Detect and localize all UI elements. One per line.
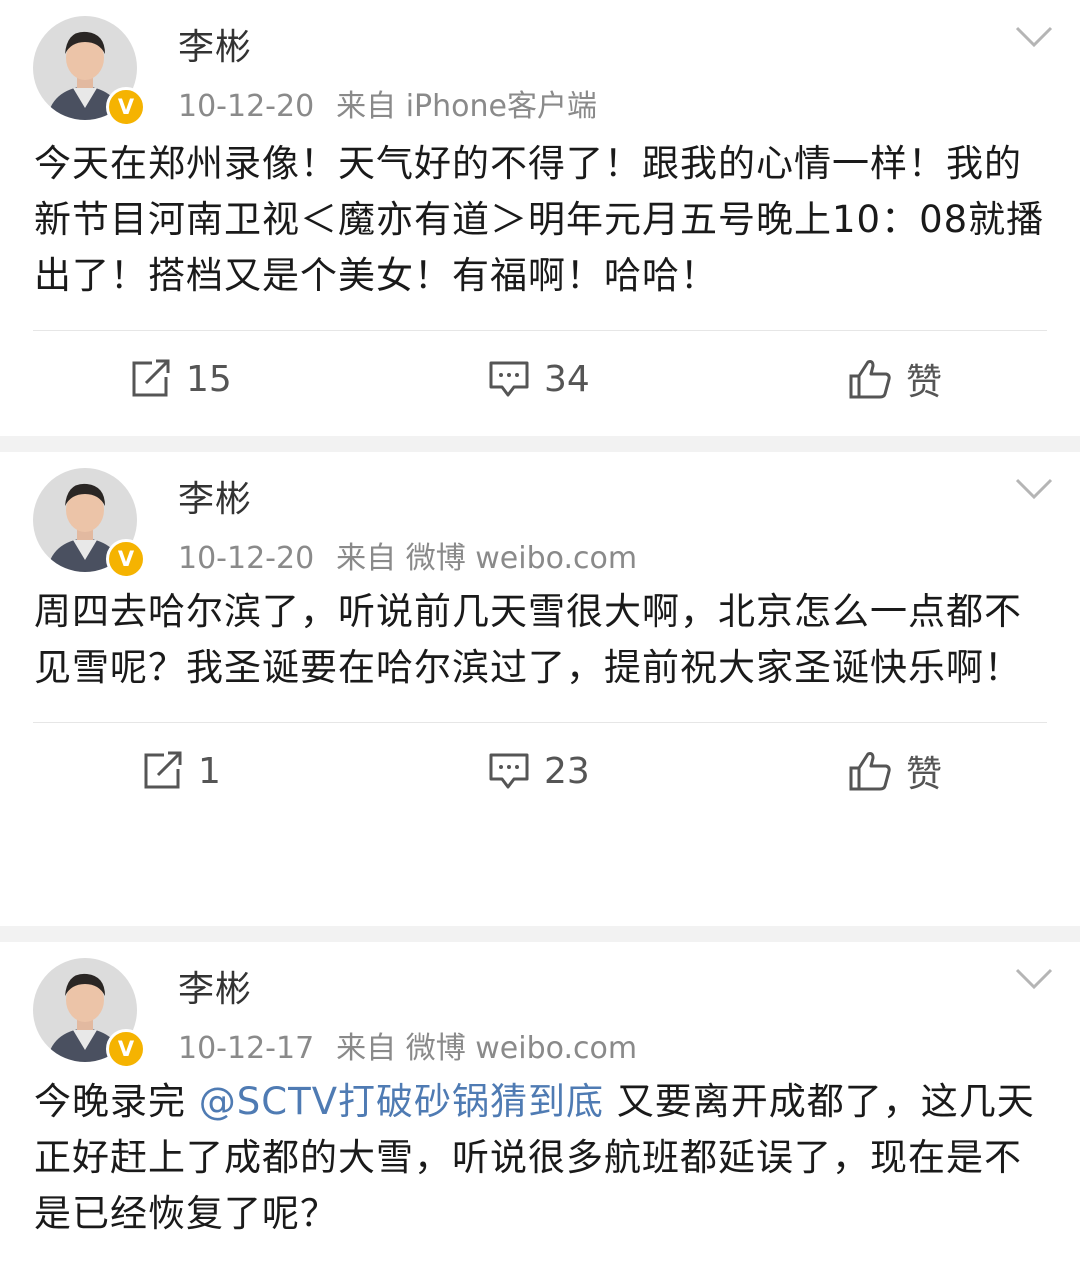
post-text-part: 今晚录完 (34, 1080, 199, 1123)
like-icon (849, 752, 891, 791)
avatar[interactable]: V (33, 958, 146, 1069)
comment-button[interactable]: 23 (488, 723, 590, 819)
post-card: V 李彬 10-12-17 来自 微博 weibo.com 今晚录完 @SCTV打… (0, 942, 1080, 1287)
action-bar: 1 23 赞 (0, 723, 1080, 819)
like-button[interactable]: 赞 (848, 331, 942, 427)
verified-badge-icon: V (106, 1029, 146, 1069)
post-meta: 10-12-20 来自 微博 weibo.com (178, 533, 637, 577)
verified-badge-icon: V (106, 87, 146, 127)
weibo-feed: V 李彬 10-12-20 来自 iPhone客户端 今天在郑州录像！天气好的不得… (0, 0, 1080, 1287)
post-header: V 李彬 10-12-20 来自 iPhone客户端 (0, 0, 1080, 132)
repost-icon (132, 359, 170, 397)
comment-count: 23 (544, 750, 590, 792)
author-name[interactable]: 李彬 (178, 470, 252, 522)
action-bar: 15 34 赞 (0, 331, 1080, 427)
repost-count: 1 (198, 750, 221, 792)
post-source: 来自 微博 weibo.com (336, 1031, 638, 1066)
post-source: 来自 微博 weibo.com (336, 541, 638, 576)
repost-button[interactable]: 15 (130, 331, 232, 427)
repost-button[interactable]: 1 (142, 723, 221, 819)
verified-badge-icon: V (106, 539, 146, 579)
post-date: 10-12-17 (178, 1031, 315, 1066)
post-text: 今天在郑州录像！天气好的不得了！跟我的心情一样！我的新节目河南卫视＜魔亦有道＞明… (34, 142, 1045, 297)
comment-icon (489, 753, 529, 789)
post-meta: 10-12-17 来自 微博 weibo.com (178, 1023, 637, 1067)
author-name[interactable]: 李彬 (178, 18, 252, 70)
repost-count: 15 (186, 358, 232, 400)
author-name[interactable]: 李彬 (178, 960, 252, 1012)
like-label: 赞 (906, 362, 943, 403)
post-text: 周四去哈尔滨了，听说前几天雪很大啊，北京怎么一点都不见雪呢？我圣诞要在哈尔滨过了… (34, 590, 1022, 689)
avatar[interactable]: V (33, 468, 146, 579)
like-label: 赞 (906, 754, 943, 795)
like-button[interactable]: 赞 (848, 723, 942, 819)
post-header: V 李彬 10-12-20 来自 微博 weibo.com (0, 452, 1080, 580)
chevron-down-icon[interactable] (1014, 476, 1054, 502)
chevron-down-icon[interactable] (1014, 24, 1054, 50)
post-card: V 李彬 10-12-20 来自 iPhone客户端 今天在郑州录像！天气好的不得… (0, 0, 1080, 436)
post-header: V 李彬 10-12-17 来自 微博 weibo.com (0, 942, 1080, 1070)
post-date: 10-12-20 (178, 89, 315, 124)
post-meta: 10-12-20 来自 iPhone客户端 (178, 81, 597, 125)
mention-link[interactable]: @SCTV打破砂锅猜到底 (199, 1080, 604, 1123)
post-source: 来自 iPhone客户端 (336, 89, 597, 124)
like-icon (849, 360, 891, 399)
comment-button[interactable]: 34 (488, 331, 590, 427)
post-card: V 李彬 10-12-20 来自 微博 weibo.com 周四去哈尔滨了，听说前… (0, 452, 1080, 926)
post-date: 10-12-20 (178, 541, 315, 576)
chevron-down-icon[interactable] (1014, 966, 1054, 992)
avatar[interactable]: V (33, 16, 146, 127)
comment-count: 34 (544, 358, 590, 400)
post-text: 今晚录完 @SCTV打破砂锅猜到底 又要离开成都了，这几天正好赶上了成都的大雪，… (0, 1070, 1080, 1242)
comment-icon (489, 361, 529, 397)
repost-icon (144, 751, 182, 789)
